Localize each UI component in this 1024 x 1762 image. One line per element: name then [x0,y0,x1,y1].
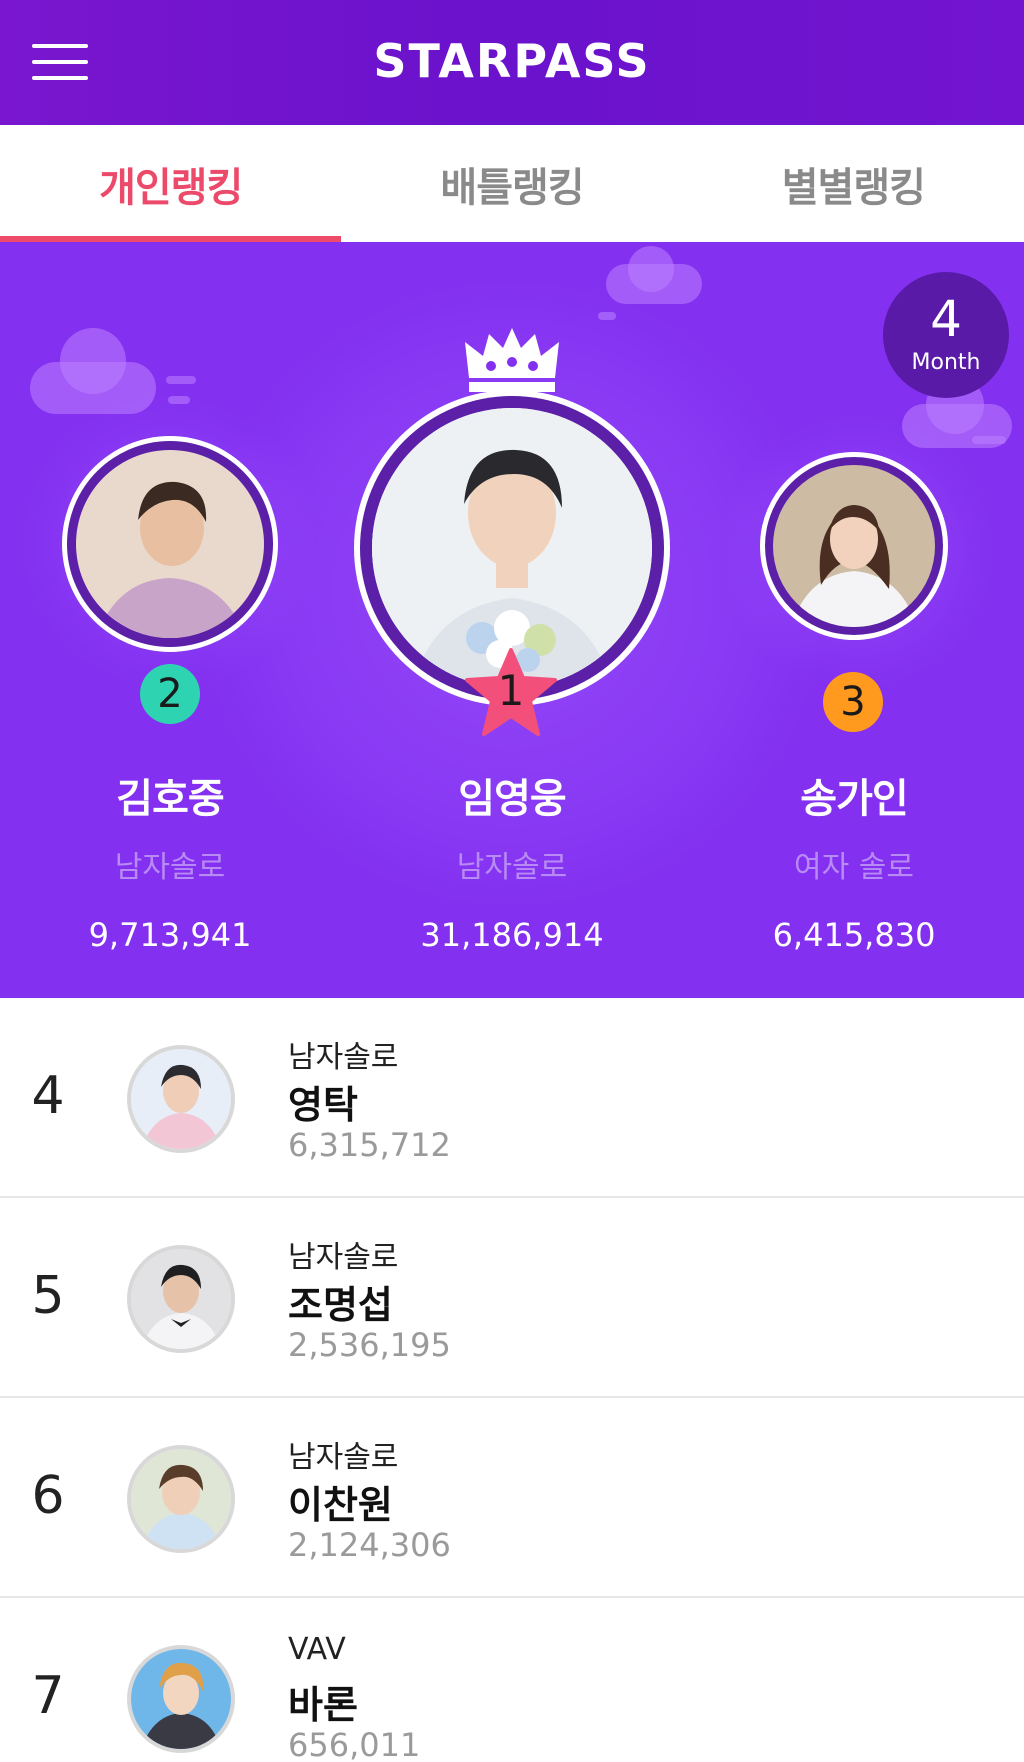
dash-decoration [972,436,1006,444]
top3-podium: 4 Month 1 2 3 김호중 남자솔로 9,713,941 임영웅 남자솔… [0,242,1024,998]
artist-group: 남자솔로 [288,1440,399,1475]
vote-count: 6,415,830 [772,916,936,954]
rank3-info: 송가인 여자 솔로 6,415,830 [704,766,1004,954]
artist-name: 임영웅 [458,776,566,822]
tab-star-ranking[interactable]: 별별랭킹 [683,125,1024,242]
cloud-decoration [60,328,126,394]
artist-name: 김호중 [116,776,224,822]
tab-label: 별별랭킹 [781,164,926,211]
avatar [127,1045,235,1153]
vote-count: 656,011 [288,1726,421,1762]
artist-name: 영탁 [288,1083,358,1127]
rank-number: 5 [31,1266,65,1326]
app-logo: STARPASS [373,34,651,88]
tab-battle-ranking[interactable]: 배틀랭킹 [341,125,682,242]
artist-group: 남자솔로 [288,1040,399,1075]
artist-group: VAV [288,1632,346,1667]
rank2-badge: 2 [140,664,200,724]
artist-name: 바론 [288,1683,358,1727]
avatar [127,1645,235,1753]
list-item[interactable]: 4 남자솔로 영탁 6,315,712 [0,998,1024,1198]
app-header: STARPASS [0,0,1024,125]
rank-number: 7 [31,1666,65,1726]
rank2-avatar[interactable] [62,436,278,652]
avatar [773,465,935,627]
vote-count: 2,124,306 [288,1526,451,1564]
artist-group: 남자솔로 [114,850,226,885]
rank3-avatar[interactable] [760,452,948,640]
artist-group: 남자솔로 [456,850,568,885]
rank1-info: 임영웅 남자솔로 31,186,914 [362,766,662,954]
list-item[interactable]: 5 남자솔로 조명섭 2,536,195 [0,1198,1024,1398]
list-item[interactable]: 7 VAV 바론 656,011 [0,1598,1024,1762]
rank-number: 1 [497,666,525,715]
avatar [127,1245,235,1353]
dash-decoration [598,312,616,320]
rank1-star-badge: 1 [463,646,559,738]
artist-group: 남자솔로 [288,1240,399,1275]
rank-number: 4 [31,1066,65,1126]
avatar [76,450,264,638]
tab-personal-ranking[interactable]: 개인랭킹 [0,125,342,242]
avatar [127,1445,235,1553]
dash-decoration [166,376,196,384]
month-badge[interactable]: 4 Month [883,272,1009,398]
artist-name: 송가인 [800,776,908,822]
crown-icon [465,328,559,392]
artist-name: 조명섭 [288,1283,393,1327]
artist-group: 여자 솔로 [794,850,914,885]
tab-label: 개인랭킹 [99,164,243,211]
rank2-info: 김호중 남자솔로 9,713,941 [20,766,320,954]
vote-count: 31,186,914 [420,916,604,954]
artist-name: 이찬원 [288,1483,393,1527]
dash-decoration [168,396,190,404]
ranking-list: 4 남자솔로 영탁 6,315,712 5 남자솔로 조명섭 2,536,195… [0,998,1024,1762]
month-label: Month [911,350,981,375]
rank3-badge: 3 [823,672,883,732]
month-number: 4 [930,290,962,348]
vote-count: 9,713,941 [88,916,252,954]
vote-count: 2,536,195 [288,1326,451,1364]
tab-label: 배틀랭킹 [440,164,584,211]
list-item[interactable]: 6 남자솔로 이찬원 2,124,306 [0,1398,1024,1598]
rank-number: 6 [31,1466,65,1526]
cloud-decoration [628,246,674,292]
ranking-tabs: 개인랭킹 배틀랭킹 별별랭킹 [0,125,1024,242]
vote-count: 6,315,712 [288,1126,451,1164]
